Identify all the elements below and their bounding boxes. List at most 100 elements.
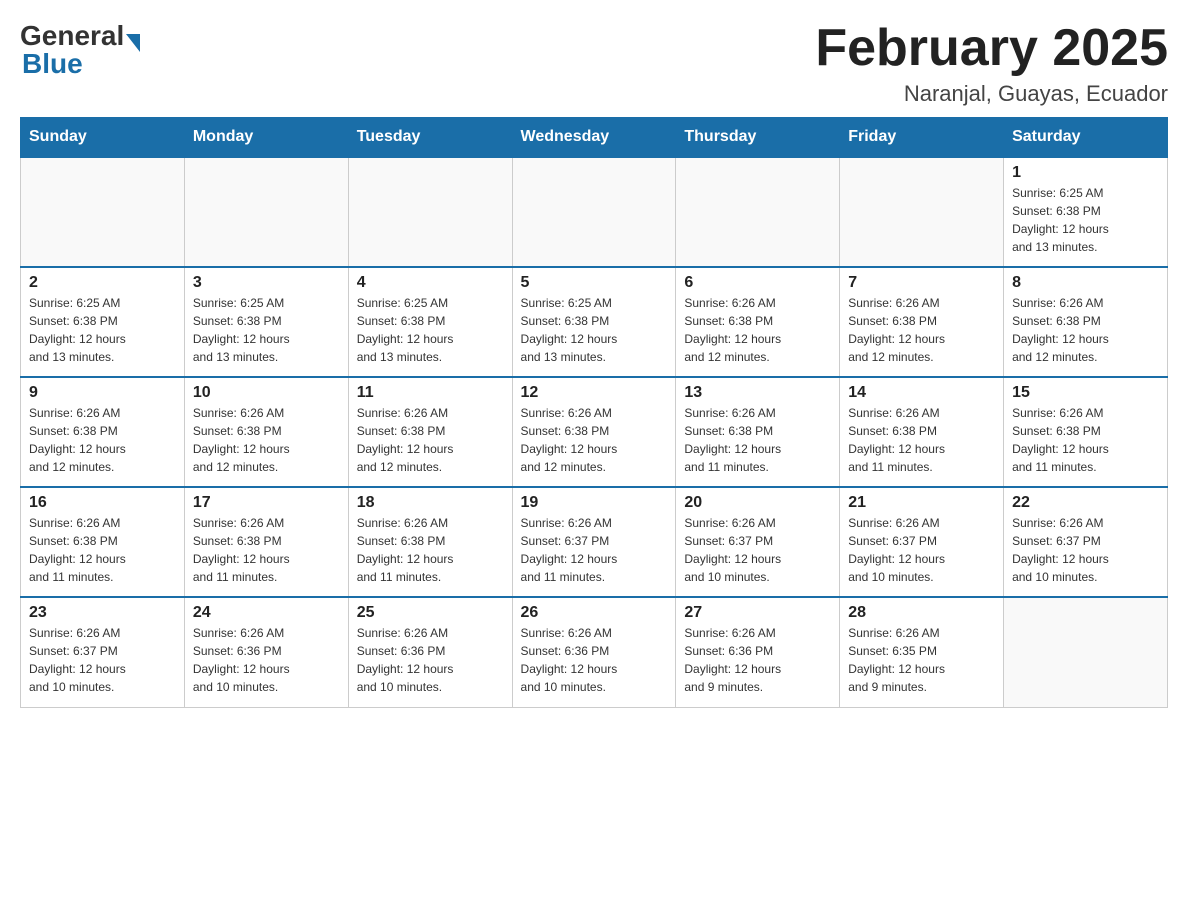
weekday-header-monday: Monday	[184, 118, 348, 158]
calendar-cell: 13 Sunrise: 6:26 AMSunset: 6:38 PMDayligh…	[676, 377, 840, 487]
calendar-week-2: 2 Sunrise: 6:25 AMSunset: 6:38 PMDaylight…	[21, 267, 1168, 377]
day-info: Sunrise: 6:26 AMSunset: 6:38 PMDaylight:…	[193, 514, 340, 586]
day-info: Sunrise: 6:26 AMSunset: 6:38 PMDaylight:…	[1012, 404, 1159, 476]
day-number: 26	[521, 604, 668, 622]
calendar-cell: 17 Sunrise: 6:26 AMSunset: 6:38 PMDayligh…	[184, 487, 348, 597]
calendar-cell: 7 Sunrise: 6:26 AMSunset: 6:38 PMDaylight…	[840, 267, 1004, 377]
day-number: 24	[193, 604, 340, 622]
calendar-cell: 18 Sunrise: 6:26 AMSunset: 6:38 PMDayligh…	[348, 487, 512, 597]
calendar-cell	[840, 157, 1004, 267]
day-info: Sunrise: 6:26 AMSunset: 6:37 PMDaylight:…	[1012, 514, 1159, 586]
day-number: 25	[357, 604, 504, 622]
day-info: Sunrise: 6:26 AMSunset: 6:37 PMDaylight:…	[684, 514, 831, 586]
day-number: 21	[848, 494, 995, 512]
day-number: 3	[193, 274, 340, 292]
location-title: Naranjal, Guayas, Ecuador	[815, 81, 1168, 107]
day-info: Sunrise: 6:26 AMSunset: 6:36 PMDaylight:…	[193, 624, 340, 696]
day-number: 7	[848, 274, 995, 292]
day-number: 23	[29, 604, 176, 622]
day-number: 28	[848, 604, 995, 622]
day-number: 12	[521, 384, 668, 402]
page-header: General Blue February 2025 Naranjal, Gua…	[20, 20, 1168, 107]
calendar-cell: 25Sunrise: 6:26 AMSunset: 6:36 PMDayligh…	[348, 597, 512, 707]
calendar-cell: 24 Sunrise: 6:26 AMSunset: 6:36 PMDayligh…	[184, 597, 348, 707]
month-title: February 2025	[815, 20, 1168, 77]
calendar-week-4: 16 Sunrise: 6:26 AMSunset: 6:38 PMDayligh…	[21, 487, 1168, 597]
calendar-cell: 19Sunrise: 6:26 AMSunset: 6:37 PMDayligh…	[512, 487, 676, 597]
day-number: 9	[29, 384, 176, 402]
day-info: Sunrise: 6:25 AMSunset: 6:38 PMDaylight:…	[193, 294, 340, 366]
calendar-cell: 12 Sunrise: 6:26 AMSunset: 6:38 PMDayligh…	[512, 377, 676, 487]
day-number: 4	[357, 274, 504, 292]
calendar-cell: 3 Sunrise: 6:25 AMSunset: 6:38 PMDaylight…	[184, 267, 348, 377]
day-info: Sunrise: 6:26 AMSunset: 6:38 PMDaylight:…	[357, 514, 504, 586]
calendar-cell: 28 Sunrise: 6:26 AMSunset: 6:35 PMDayligh…	[840, 597, 1004, 707]
day-number: 13	[684, 384, 831, 402]
calendar-cell: 15 Sunrise: 6:26 AMSunset: 6:38 PMDayligh…	[1004, 377, 1168, 487]
weekday-header-saturday: Saturday	[1004, 118, 1168, 158]
day-info: Sunrise: 6:26 AMSunset: 6:37 PMDaylight:…	[29, 624, 176, 696]
day-number: 14	[848, 384, 995, 402]
calendar-cell: 20 Sunrise: 6:26 AMSunset: 6:37 PMDayligh…	[676, 487, 840, 597]
day-number: 16	[29, 494, 176, 512]
day-number: 5	[521, 274, 668, 292]
weekday-header-thursday: Thursday	[676, 118, 840, 158]
calendar-cell: 9 Sunrise: 6:26 AMSunset: 6:38 PMDaylight…	[21, 377, 185, 487]
day-info: Sunrise: 6:26 AMSunset: 6:38 PMDaylight:…	[848, 294, 995, 366]
calendar-cell: 1Sunrise: 6:25 AMSunset: 6:38 PMDaylight…	[1004, 157, 1168, 267]
day-info: Sunrise: 6:26 AMSunset: 6:38 PMDaylight:…	[684, 404, 831, 476]
day-info: Sunrise: 6:26 AMSunset: 6:36 PMDaylight:…	[521, 624, 668, 696]
logo: General Blue	[20, 20, 140, 80]
calendar-cell: 14 Sunrise: 6:26 AMSunset: 6:38 PMDayligh…	[840, 377, 1004, 487]
weekday-header-tuesday: Tuesday	[348, 118, 512, 158]
day-number: 8	[1012, 274, 1159, 292]
day-number: 6	[684, 274, 831, 292]
calendar-header-row: SundayMondayTuesdayWednesdayThursdayFrid…	[21, 118, 1168, 158]
calendar-cell: 5 Sunrise: 6:25 AMSunset: 6:38 PMDaylight…	[512, 267, 676, 377]
calendar-cell	[676, 157, 840, 267]
day-number: 1	[1012, 164, 1159, 182]
day-info: Sunrise: 6:26 AMSunset: 6:38 PMDaylight:…	[521, 404, 668, 476]
logo-blue-text: Blue	[22, 48, 83, 80]
calendar-table: SundayMondayTuesdayWednesdayThursdayFrid…	[20, 117, 1168, 708]
day-info: Sunrise: 6:26 AMSunset: 6:35 PMDaylight:…	[848, 624, 995, 696]
day-number: 2	[29, 274, 176, 292]
title-block: February 2025 Naranjal, Guayas, Ecuador	[815, 20, 1168, 107]
day-number: 10	[193, 384, 340, 402]
calendar-cell	[1004, 597, 1168, 707]
day-number: 11	[357, 384, 504, 402]
day-info: Sunrise: 6:25 AMSunset: 6:38 PMDaylight:…	[29, 294, 176, 366]
day-info: Sunrise: 6:25 AMSunset: 6:38 PMDaylight:…	[357, 294, 504, 366]
day-info: Sunrise: 6:26 AMSunset: 6:36 PMDaylight:…	[684, 624, 831, 696]
day-number: 20	[684, 494, 831, 512]
day-number: 18	[357, 494, 504, 512]
weekday-header-wednesday: Wednesday	[512, 118, 676, 158]
weekday-header-sunday: Sunday	[21, 118, 185, 158]
calendar-cell	[512, 157, 676, 267]
day-info: Sunrise: 6:26 AMSunset: 6:38 PMDaylight:…	[29, 514, 176, 586]
day-info: Sunrise: 6:26 AMSunset: 6:38 PMDaylight:…	[193, 404, 340, 476]
day-info: Sunrise: 6:26 AMSunset: 6:38 PMDaylight:…	[848, 404, 995, 476]
day-info: Sunrise: 6:26 AMSunset: 6:37 PMDaylight:…	[848, 514, 995, 586]
calendar-cell: 10 Sunrise: 6:26 AMSunset: 6:38 PMDayligh…	[184, 377, 348, 487]
day-number: 22	[1012, 494, 1159, 512]
calendar-week-1: 1Sunrise: 6:25 AMSunset: 6:38 PMDaylight…	[21, 157, 1168, 267]
day-number: 15	[1012, 384, 1159, 402]
day-number: 17	[193, 494, 340, 512]
day-info: Sunrise: 6:26 AMSunset: 6:38 PMDaylight:…	[357, 404, 504, 476]
calendar-cell: 16 Sunrise: 6:26 AMSunset: 6:38 PMDayligh…	[21, 487, 185, 597]
calendar-cell: 27Sunrise: 6:26 AMSunset: 6:36 PMDayligh…	[676, 597, 840, 707]
calendar-week-3: 9 Sunrise: 6:26 AMSunset: 6:38 PMDaylight…	[21, 377, 1168, 487]
calendar-cell	[348, 157, 512, 267]
calendar-cell	[21, 157, 185, 267]
day-info: Sunrise: 6:25 AMSunset: 6:38 PMDaylight:…	[521, 294, 668, 366]
calendar-cell: 4 Sunrise: 6:25 AMSunset: 6:38 PMDaylight…	[348, 267, 512, 377]
calendar-cell: 11 Sunrise: 6:26 AMSunset: 6:38 PMDayligh…	[348, 377, 512, 487]
calendar-cell: 6Sunrise: 6:26 AMSunset: 6:38 PMDaylight…	[676, 267, 840, 377]
calendar-cell	[184, 157, 348, 267]
day-info: Sunrise: 6:26 AMSunset: 6:38 PMDaylight:…	[29, 404, 176, 476]
calendar-week-5: 23 Sunrise: 6:26 AMSunset: 6:37 PMDayligh…	[21, 597, 1168, 707]
calendar-cell: 21 Sunrise: 6:26 AMSunset: 6:37 PMDayligh…	[840, 487, 1004, 597]
calendar-cell: 8Sunrise: 6:26 AMSunset: 6:38 PMDaylight…	[1004, 267, 1168, 377]
calendar-cell: 22 Sunrise: 6:26 AMSunset: 6:37 PMDayligh…	[1004, 487, 1168, 597]
